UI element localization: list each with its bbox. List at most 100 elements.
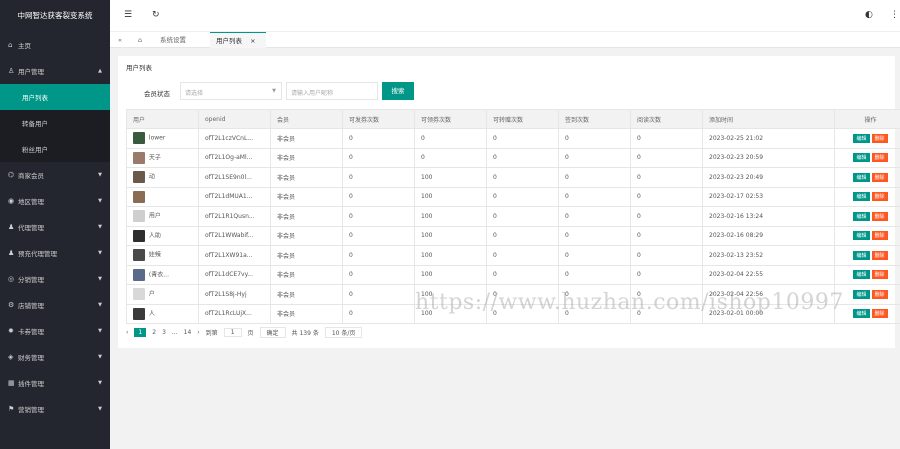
delete-button[interactable]: 删除	[871, 270, 888, 280]
edit-button[interactable]: 编辑	[853, 270, 870, 280]
tab-user-list[interactable]: 用户列表 ×	[210, 32, 266, 48]
cell-c1: 0	[342, 167, 415, 188]
cell-c4: 0	[558, 147, 631, 168]
user-cell	[126, 186, 199, 207]
goto-page-input[interactable]: 1	[223, 327, 242, 337]
chevron-down-icon: ▼	[98, 224, 102, 230]
total-count: 共 139 条	[291, 329, 319, 337]
table-row: lower ofT2L1czVCnL... 非会员 0 0 0 0 0 2023-02-25 2…	[126, 128, 900, 149]
cell-openid: ofT2L1R1Qusn...	[198, 206, 271, 227]
home-tab-icon[interactable]: ⌂	[132, 32, 148, 48]
more-icon[interactable]: ⋮	[890, 10, 899, 20]
avatar	[133, 249, 145, 262]
cell-c5: 0	[630, 206, 703, 227]
edit-button[interactable]: 编辑	[853, 192, 870, 202]
cell-c3: 0	[486, 147, 559, 168]
cell-c5: 0	[630, 186, 703, 207]
user-cell: 天子	[126, 147, 199, 168]
sidebar-item-11[interactable]: ⚑ 营销管理 ▼	[0, 396, 110, 422]
sidebar-subitem-1[interactable]: 转备用户	[0, 110, 110, 136]
edit-button[interactable]: 编辑	[853, 309, 870, 319]
cell-member: 非会员	[270, 225, 343, 246]
delete-button[interactable]: 删除	[871, 133, 888, 143]
sidebar-item-6[interactable]: ◎ 分销管理 ▼	[0, 266, 110, 292]
marketing-icon: ⚑	[8, 405, 15, 413]
delete-button[interactable]: 删除	[871, 211, 888, 221]
delete-button[interactable]: 删除	[871, 289, 888, 299]
edit-button[interactable]: 编辑	[853, 153, 870, 163]
sidebar-item-label: 预充代理管理	[18, 250, 57, 258]
goto-confirm-button[interactable]: 确定	[259, 326, 286, 338]
sidebar-item-8[interactable]: ✹ 卡券管理 ▼	[0, 318, 110, 344]
actions-cell: 编辑 删除	[834, 206, 900, 227]
sidebar-item-label: 卡券管理	[18, 328, 44, 336]
cell-c1: 0	[342, 186, 415, 207]
cell-time: 2023-02-23 20:49	[702, 167, 835, 188]
sidebar-item-0[interactable]: ⌂ 主页	[0, 32, 110, 58]
cell-openid: ofT2L1WWabif...	[198, 225, 271, 246]
cell-c2: 100	[414, 186, 487, 207]
theme-icon[interactable]: ◐	[865, 10, 873, 20]
edit-button[interactable]: 编辑	[853, 231, 870, 241]
cell-c3: 0	[486, 206, 559, 227]
sidebar-item-7[interactable]: ⚙ 店铺管理 ▼	[0, 292, 110, 318]
tab-system-settings[interactable]: 系统设置	[154, 32, 192, 48]
column-header: 可发券次数	[342, 109, 415, 129]
edit-button[interactable]: 编辑	[853, 289, 870, 299]
edit-button[interactable]: 编辑	[853, 211, 870, 221]
user-nickname: 人助	[147, 232, 161, 240]
sidebar-item-9[interactable]: ◈ 财务管理 ▼	[0, 344, 110, 370]
cell-c3: 0	[486, 264, 559, 285]
edit-button[interactable]: 编辑	[853, 250, 870, 260]
refresh-icon[interactable]: ↻	[152, 10, 160, 20]
collapse-tabs-icon[interactable]: «	[112, 32, 128, 48]
sidebar-item-5[interactable]: ♟ 预充代理管理 ▼	[0, 240, 110, 266]
avatar	[133, 210, 145, 223]
user-nickname: 人	[147, 310, 155, 318]
delete-button[interactable]: 删除	[871, 231, 888, 241]
page-last[interactable]: 14	[184, 329, 192, 336]
plugin-icon: ▦	[8, 379, 15, 387]
sidebar-item-label: 插件管理	[18, 380, 44, 388]
cell-member: 非会员	[270, 245, 343, 266]
chevron-down-icon: ▼	[98, 172, 102, 178]
column-header: 操作	[834, 109, 900, 129]
table-row: 用户 ofT2L1R1Qusn... 非会员 0 100 0 0 0 2023-02-16 13…	[126, 206, 900, 227]
tab-close-icon[interactable]: ×	[250, 37, 255, 45]
nickname-search-input[interactable]: 请输入用户昵称	[286, 82, 378, 100]
sidebar-item-10[interactable]: ▦ 插件管理 ▼	[0, 370, 110, 396]
column-header: openid	[198, 109, 271, 129]
sidebar-subitem-2[interactable]: 粉丝用户	[0, 136, 110, 162]
sidebar-item-4[interactable]: ♟ 代理管理 ▼	[0, 214, 110, 240]
sidebar-subitem-0[interactable]: 用户列表	[0, 84, 110, 110]
page-current[interactable]: 1	[134, 327, 147, 337]
sidebar-item-3[interactable]: ◉ 地区管理 ▼	[0, 188, 110, 214]
cell-member: 非会员	[270, 167, 343, 188]
card-title: 用户列表	[126, 64, 152, 72]
cell-c1: 0	[342, 303, 415, 324]
delete-button[interactable]: 删除	[871, 250, 888, 260]
delete-button[interactable]: 删除	[871, 192, 888, 202]
page-2[interactable]: 2	[152, 329, 156, 336]
actions-cell: 编辑 删除	[834, 147, 900, 168]
prev-page-icon[interactable]: ‹	[126, 329, 128, 336]
page-3[interactable]: 3	[162, 329, 166, 336]
sidebar-item-2[interactable]: ⌬ 商家会员 ▼	[0, 162, 110, 188]
column-header: 可领券次数	[414, 109, 487, 129]
delete-button[interactable]: 删除	[871, 153, 888, 163]
edit-button[interactable]: 编辑	[853, 172, 870, 182]
cell-c2: 100	[414, 206, 487, 227]
coupon-icon: ✹	[8, 327, 14, 335]
search-button[interactable]: 搜索	[382, 82, 414, 100]
per-page-select[interactable]: 10 条/页	[324, 326, 363, 338]
delete-button[interactable]: 删除	[871, 172, 888, 182]
user-cell: 人助	[126, 225, 199, 246]
column-header: 用户	[126, 109, 199, 129]
delete-button[interactable]: 删除	[871, 309, 888, 319]
next-page-icon[interactable]: ›	[197, 329, 199, 336]
member-status-select[interactable]: 请选择 ▼	[180, 82, 282, 100]
menu-toggle-icon[interactable]: ☰	[124, 10, 132, 20]
sidebar-item-1[interactable]: ♙ 用户管理 ▲	[0, 58, 110, 84]
edit-button[interactable]: 编辑	[853, 133, 870, 143]
finance-icon: ◈	[8, 353, 14, 361]
